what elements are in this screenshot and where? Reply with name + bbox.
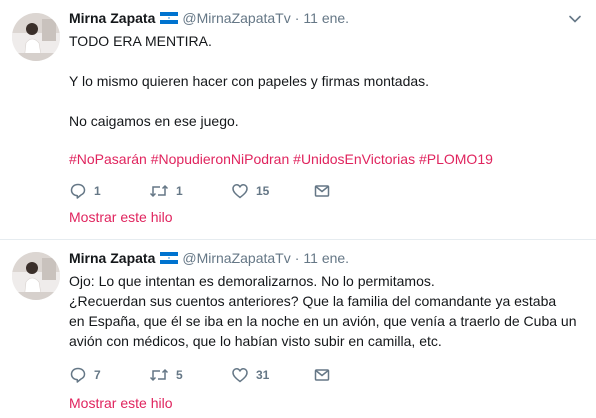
author-handle[interactable]: @MirnaZapataTv xyxy=(182,10,290,26)
honduras-flag-icon xyxy=(160,12,179,24)
chevron-down-icon[interactable] xyxy=(568,12,582,26)
like-count: 15 xyxy=(256,184,270,198)
tweet-header: Mirna Zapata @MirnaZapataTv · 11 ene. xyxy=(69,248,349,268)
like-button[interactable]: 15 xyxy=(231,182,313,200)
avatar[interactable] xyxy=(12,13,60,61)
direct-message-button[interactable] xyxy=(313,366,331,384)
retweet-count: 1 xyxy=(176,184,183,198)
separator-dot: · xyxy=(294,10,300,26)
tweet-actions: 7 5 31 xyxy=(69,366,331,384)
like-count: 31 xyxy=(256,368,270,382)
hashtag-link[interactable]: #UnidosEnVictorias xyxy=(293,151,415,167)
timestamp[interactable]: 11 ene. xyxy=(303,10,349,26)
reply-icon xyxy=(70,183,86,199)
honduras-flag-icon xyxy=(160,252,179,264)
hashtag-link[interactable]: #NoPasarán xyxy=(69,151,147,167)
show-thread-link[interactable]: Mostrar este hilo xyxy=(69,209,172,225)
retweet-icon xyxy=(149,184,169,198)
hashtag-link[interactable]: #PLOMO19 xyxy=(419,151,493,167)
reply-icon xyxy=(70,367,86,383)
tweet-actions: 1 1 15 xyxy=(69,182,331,200)
retweet-button[interactable]: 1 xyxy=(149,182,231,200)
reply-count: 1 xyxy=(94,184,101,198)
hashtag-link[interactable]: #NopudieronNiPodran xyxy=(151,151,290,167)
reply-button[interactable]: 1 xyxy=(69,182,149,200)
author-handle[interactable]: @MirnaZapataTv xyxy=(182,250,290,266)
envelope-icon xyxy=(314,369,330,381)
envelope-icon xyxy=(314,185,330,197)
avatar[interactable] xyxy=(12,252,60,300)
author-name[interactable]: Mirna Zapata xyxy=(69,10,155,26)
tweet-text: Ojo: Lo que intentan es demoralizarnos. … xyxy=(69,273,577,349)
author-name[interactable]: Mirna Zapata xyxy=(69,250,155,266)
retweet-icon xyxy=(149,368,169,382)
reply-button[interactable]: 7 xyxy=(69,366,149,384)
timeline: Mirna Zapata @MirnaZapataTv · 11 ene. TO… xyxy=(0,0,596,418)
tweet[interactable]: Mirna Zapata @MirnaZapataTv · 11 ene. TO… xyxy=(0,0,596,240)
retweet-button[interactable]: 5 xyxy=(149,366,231,384)
tweet-header: Mirna Zapata @MirnaZapataTv · 11 ene. xyxy=(69,8,349,28)
reply-count: 7 xyxy=(94,368,101,382)
hashtags: #NoPasarán #NopudieronNiPodran #UnidosEn… xyxy=(69,149,493,169)
tweet-text: TODO ERA MENTIRA. Y lo mismo quieren hac… xyxy=(69,33,430,129)
show-thread-link[interactable]: Mostrar este hilo xyxy=(69,395,172,411)
heart-icon xyxy=(232,368,248,383)
like-button[interactable]: 31 xyxy=(231,366,313,384)
separator-dot: · xyxy=(294,250,300,266)
heart-icon xyxy=(232,184,248,199)
retweet-count: 5 xyxy=(176,368,183,382)
timestamp[interactable]: 11 ene. xyxy=(303,250,349,266)
direct-message-button[interactable] xyxy=(313,182,331,200)
